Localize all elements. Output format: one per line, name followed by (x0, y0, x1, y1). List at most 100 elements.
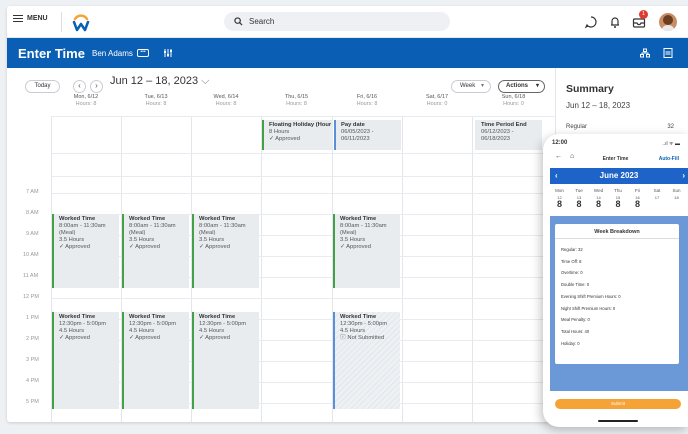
event-meal: (Meal) (59, 230, 76, 236)
day-label: Sat, 6/17 (425, 94, 449, 100)
day-hours: Hours: 8 (356, 101, 378, 107)
time-period-end-event[interactable]: Time Period End 06/12/2023 - 06/18/2023 (475, 120, 542, 150)
next-week-button[interactable]: › (90, 80, 103, 93)
chevron-right-icon: › (95, 81, 98, 90)
phone-day[interactable]: Wed 14 8 (589, 188, 608, 209)
submit-button[interactable]: Submit (555, 399, 681, 409)
event-line: 06/11/2023 (341, 136, 370, 142)
event-status: ✓ Approved (59, 244, 90, 250)
event-title: Time Period End (481, 122, 527, 128)
phone-day[interactable]: Tue 13 8 (570, 188, 589, 209)
row-line (51, 193, 555, 194)
phone-day[interactable]: Sat 17 (648, 188, 667, 200)
day-label: Fri, 6/16 (356, 94, 378, 100)
org-chart-icon[interactable] (640, 48, 650, 58)
sliders-icon[interactable] (163, 48, 173, 58)
avatar[interactable] (659, 13, 677, 31)
actions-label: Actions (506, 83, 529, 89)
chat-icon[interactable] (584, 15, 598, 29)
worked-time-afternoon[interactable]: Worked Time 12:30pm - 5:00pm 4.5 Hours ✓ Ap… (122, 312, 189, 409)
view-select[interactable]: Week ▾ (451, 80, 491, 93)
floating-holiday-event[interactable]: Floating Holiday (Hour 8 Hours ✓ Approve… (262, 120, 333, 150)
event-time: 8:00am - 11:30am (340, 223, 387, 229)
worked-time-afternoon[interactable]: Worked Time 12:30pm - 5:00pm 4.5 Hours ✓ Ap… (52, 312, 119, 409)
event-hours: 4.5 Hours (199, 328, 225, 334)
event-time: 12:30pm - 5:00pm (129, 321, 177, 327)
hamburger-icon (13, 15, 23, 22)
event-time: 12:30pm - 5:00pm (340, 321, 388, 327)
pdf-icon[interactable] (663, 48, 673, 58)
week-calendar: Mon, 6/12 Hours: 8 Tue, 6/13 Hours: 8 Wed, 6… (7, 94, 555, 422)
worked-time-afternoon[interactable]: Worked Time 12:30pm - 5:00pm 4.5 Hours ✓ Ap… (192, 312, 259, 409)
search-placeholder: Search (249, 17, 275, 26)
auto-fill-button[interactable]: Auto-Fill (659, 156, 679, 162)
phone-day-hours: 8 (576, 199, 582, 209)
time-label: 8 AM (26, 210, 39, 216)
breakdown-row: Regular: 32 (561, 247, 583, 252)
notification-badge: 1 (639, 10, 648, 19)
phone-day[interactable]: Mon 12 8 (550, 188, 569, 209)
time-label: 7 AM (26, 189, 39, 195)
phone-day[interactable]: Sun 18 (667, 188, 686, 200)
event-title: Worked Time (199, 216, 236, 222)
day-label: Tue, 6/13 (144, 94, 168, 100)
related-actions-icon[interactable]: ••• (137, 49, 149, 57)
inbox-button[interactable]: 1 (632, 10, 648, 29)
worked-time-morning[interactable]: Worked Time 8:00am - 11:30am (Meal) 3.5 Hou… (333, 214, 400, 288)
day-header: Tue, 6/13 Hours: 8 (121, 94, 191, 116)
time-label: 2 PM (26, 336, 39, 342)
event-hours: 3.5 Hours (129, 237, 155, 243)
workday-logo-icon[interactable] (71, 11, 91, 33)
column-line (261, 116, 262, 422)
phone-weekday: Wed (593, 188, 604, 193)
divider (61, 12, 62, 32)
event-meal: (Meal) (199, 230, 216, 236)
event-title: Worked Time (129, 216, 166, 222)
bell-icon[interactable] (608, 15, 622, 29)
breakdown-row: Holiday: 0 (561, 340, 580, 346)
prev-week-button[interactable]: ‹ (73, 80, 86, 93)
event-time: 8:00am - 11:30am (59, 223, 106, 229)
phone-week-strip: Mon 12 8 Tue 13 8 Wed 14 8 Thu 15 8 Fri 16 8 Sat 17 Sun 18 (550, 185, 688, 215)
event-hours: 3.5 Hours (59, 237, 85, 243)
worker-name[interactable]: Ben Adams (92, 49, 133, 58)
summary-range: Jun 12 – 18, 2023 (566, 101, 631, 110)
column-line (402, 116, 403, 422)
phone-weekday: Thu (614, 188, 622, 193)
day-label: Wed, 6/14 (213, 94, 239, 100)
day-header: Mon, 6/12 Hours: 8 (51, 94, 121, 116)
worked-time-afternoon[interactable]: Worked Time 12:30pm - 5:00pm 4.5 Hours ⓘ No… (333, 312, 400, 409)
actions-button[interactable]: Actions ▾ (498, 80, 545, 93)
phone-weekday: Mon (555, 188, 564, 193)
phone-month-bar: ‹ June 2023 › (550, 168, 688, 184)
time-label: 1 PM (26, 315, 39, 321)
caret-down-icon: ▾ (535, 83, 539, 89)
breakdown-row: Double Time: 0 (561, 282, 590, 288)
chevron-left-icon[interactable]: ‹ (555, 168, 558, 184)
row-line (51, 176, 555, 177)
menu-label: MENU (27, 15, 48, 22)
breakdown-row: Evening Shift Premium Hours: 0 (561, 293, 621, 299)
phone-day[interactable]: Fri 16 8 (628, 188, 647, 209)
phone-day[interactable]: Thu 15 8 (609, 188, 628, 209)
worked-time-morning[interactable]: Worked Time 8:00am - 11:30am (Meal) 3.5 Hou… (122, 214, 189, 288)
date-range-selector[interactable]: Jun 12 – 18, 2023 ⌵ (110, 75, 209, 88)
time-label: 3 PM (26, 357, 39, 363)
event-meal: (Meal) (340, 230, 357, 236)
event-title: Worked Time (59, 216, 96, 222)
breakdown-row: Time Off: 8 (561, 258, 582, 264)
chevron-right-icon[interactable]: › (682, 168, 685, 184)
menu-button[interactable]: MENU (13, 15, 48, 22)
today-button[interactable]: Today (25, 80, 60, 93)
worked-time-morning[interactable]: Worked Time 8:00am - 11:30am (Meal) 3.5 Hou… (52, 214, 119, 288)
pay-date-event[interactable]: Pay date 06/05/2023 - 06/11/2023 (334, 120, 401, 150)
phone-body: Week Breakdown Regular: 32 Time Off: 8 Ove… (550, 216, 688, 391)
event-hours: 4.5 Hours (129, 328, 155, 334)
breakdown-row: Meal Penalty: 0 (561, 317, 590, 323)
day-header: Wed, 6/14 Hours: 8 (191, 94, 261, 116)
worked-time-morning[interactable]: Worked Time 8:00am - 11:30am (Meal) 3.5 Hou… (192, 214, 259, 288)
phone-weekday: Tue (575, 188, 583, 193)
summary-title: Summary (566, 83, 614, 95)
phone-weekday: Sat (653, 188, 661, 193)
search-input[interactable]: Search (224, 12, 450, 31)
